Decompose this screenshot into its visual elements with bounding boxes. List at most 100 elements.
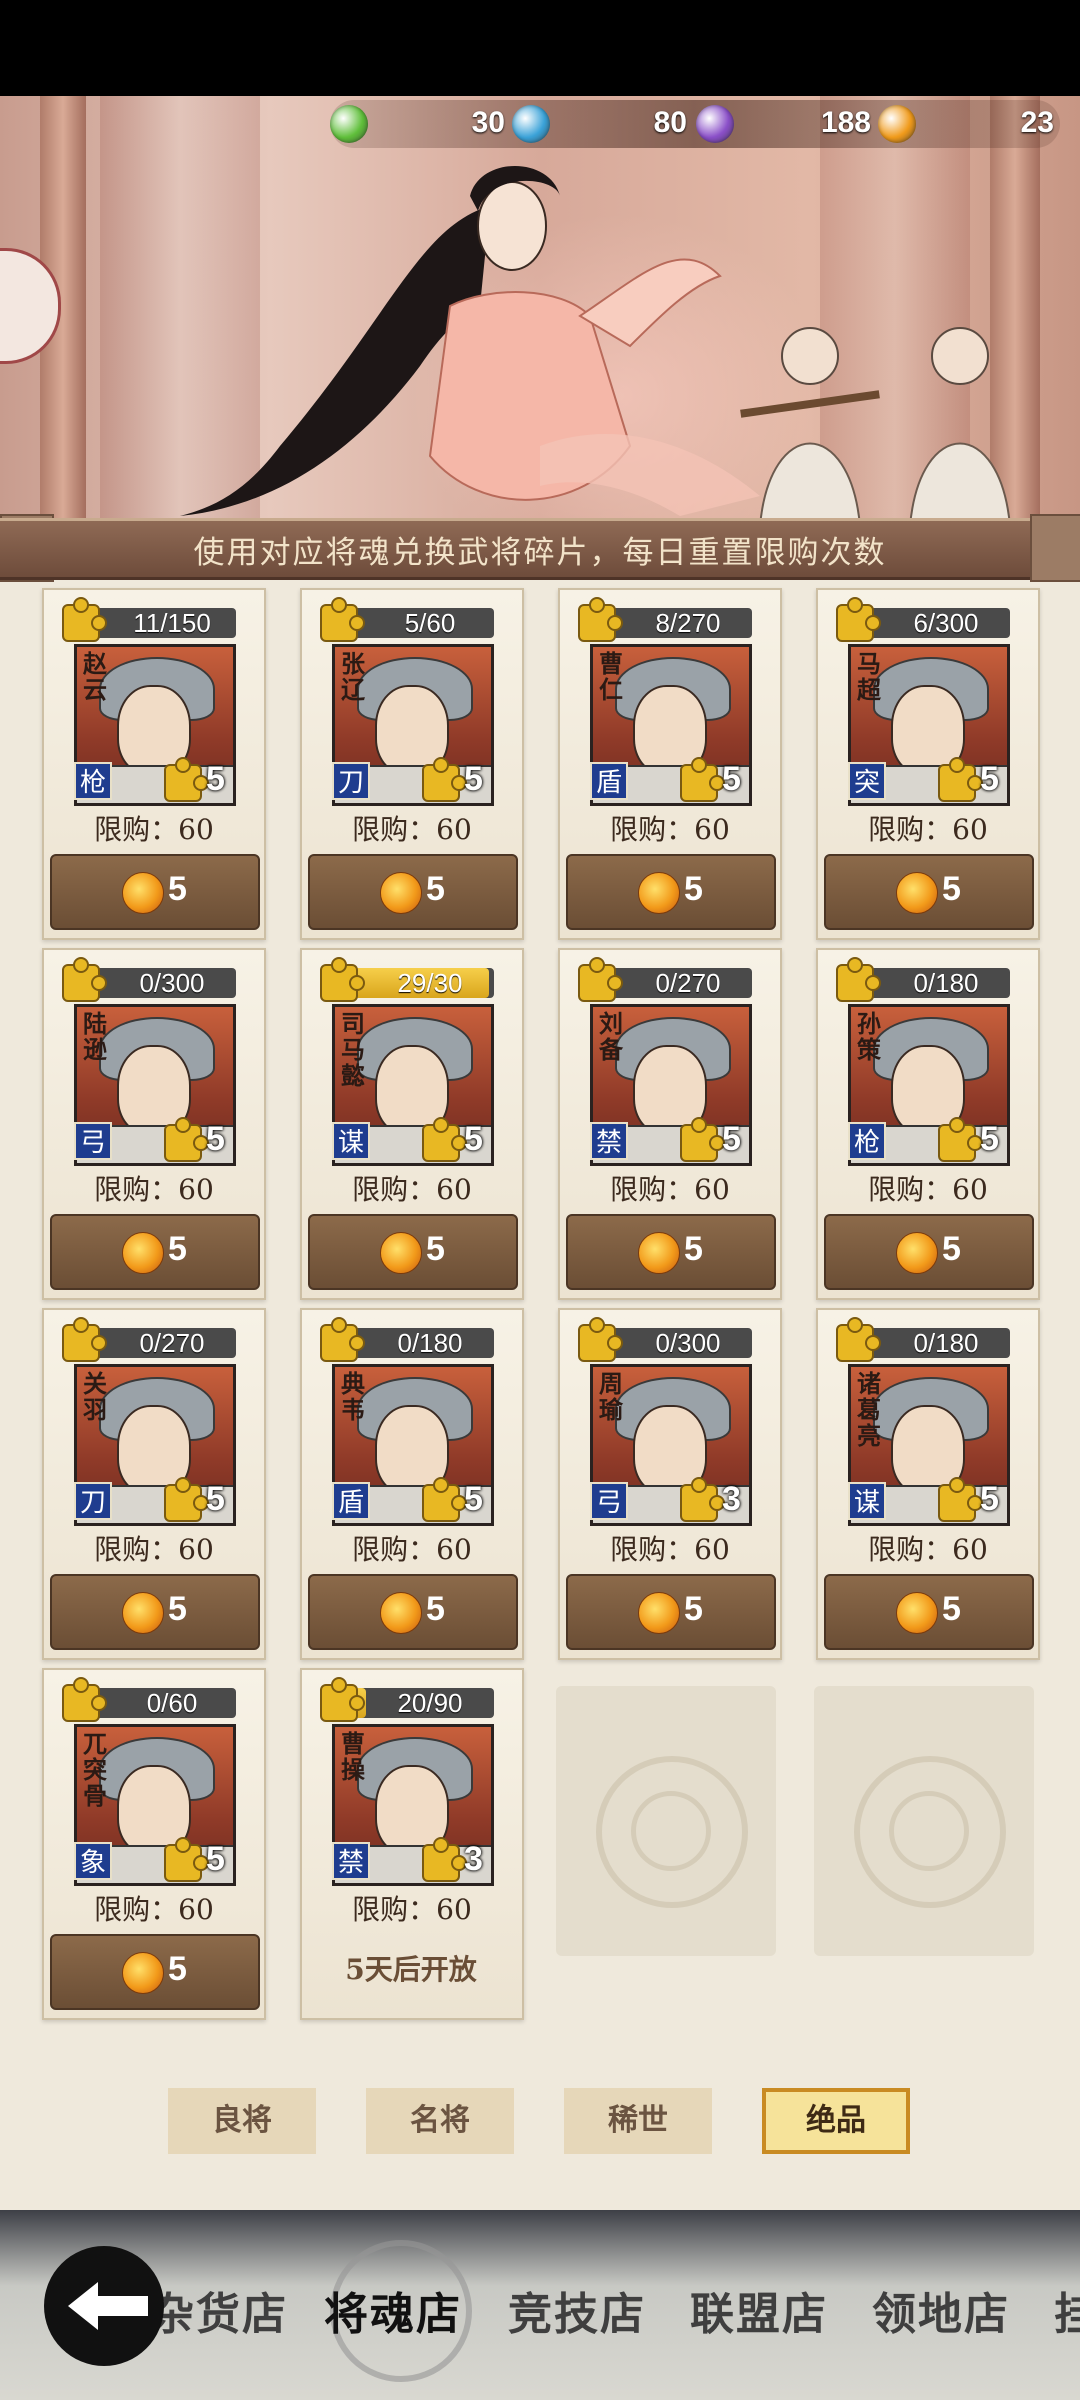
fragment-per-buy: 3 [464,1840,483,1878]
hero-card[interactable]: 8/270 曹仁 盾 5 限购：60 5 [558,588,782,940]
price: 5 [426,1230,445,1268]
hero-card[interactable]: 0/180 典韦 盾 5 限购：60 5 [300,1308,524,1660]
notice-text: 使用对应将魂兑换武将碎片，每日重置限购次数 [193,534,887,571]
tier-tab-liangjiang[interactable]: 良将 [168,2088,316,2154]
currency-blue-value: 80 [653,106,687,139]
hero-name: 孙策 [857,1009,881,1064]
buy-button[interactable]: 5 [824,1214,1034,1290]
fragment-count: 29/30 [397,968,463,998]
fragment-per-buy: 5 [464,1120,483,1158]
puzzle-piece-icon [578,1317,623,1362]
puzzle-piece-icon [836,957,881,1002]
hero-card[interactable]: 6/300 马超 突 5 限购：60 5 [816,588,1040,940]
fragment-count: 0/180 [913,1328,979,1358]
puzzle-piece-icon [422,1117,467,1162]
buy-button[interactable]: 5 [308,1214,518,1290]
purchase-limit: 限购：60 [94,813,214,846]
fragment-per-buy: 5 [980,1480,999,1518]
currency-purple-value: 188 [820,106,871,139]
puzzle-piece-icon [938,757,983,802]
currency-orange-value: 23 [1020,106,1054,139]
price: 5 [168,1230,187,1268]
hero-name: 赵云 [83,649,107,704]
tier-tab-juepin[interactable]: 绝品 [762,2088,910,2154]
empty-slot [556,1686,776,1956]
purchase-limit: 限购：60 [352,1893,472,1926]
hero-card[interactable]: 0/180 诸葛亮 谋 5 限购：60 5 [816,1308,1040,1660]
purchase-limit: 限购：60 [610,1533,730,1566]
buy-button[interactable]: 5 [50,1574,260,1650]
fragment-count: 20/90 [397,1688,463,1718]
buy-button[interactable]: 5 [824,854,1034,930]
hero-type-tag: 突 [848,762,886,800]
puzzle-piece-icon [62,1317,107,1362]
fragment-count: 0/180 [397,1328,463,1358]
purchase-limit: 限购：60 [610,1173,730,1206]
fragment-per-buy: 5 [722,1120,741,1158]
soul-coin-icon [638,1232,680,1274]
fragment-per-buy: 5 [206,1120,225,1158]
price: 5 [168,1950,187,1988]
puzzle-piece-icon [680,1117,725,1162]
buy-button[interactable]: 5 [308,854,518,930]
currency-blue [512,100,550,148]
puzzle-piece-icon [62,597,107,642]
buy-button[interactable]: 5 [824,1574,1034,1650]
fragment-count: 11/150 [133,608,211,638]
nav-tab-arena-store[interactable]: 竞技店 [508,2278,646,2342]
puzzle-piece-icon [422,757,467,802]
hero-card[interactable]: 0/270 刘备 禁 5 限购：60 5 [558,948,782,1300]
puzzle-piece-icon [578,957,623,1002]
hero-name: 陆逊 [83,1009,107,1064]
hero-card[interactable]: 5/60 张辽 刀 5 限购：60 5 [300,588,524,940]
tier-tab-mingjiang[interactable]: 名将 [366,2088,514,2154]
buy-button[interactable]: 5 [50,854,260,930]
currency-orange [878,100,916,148]
buy-button[interactable]: 5 [566,1574,776,1650]
soul-coin-icon [122,1232,164,1274]
fragment-count: 0/60 [146,1688,198,1718]
hero-card[interactable]: 29/30 司马懿 谋 5 限购：60 5 [300,948,524,1300]
fragment-count: 0/270 [139,1328,205,1358]
fragment-per-buy: 5 [722,760,741,798]
hero-card[interactable]: 0/300 周瑜 弓 3 限购：60 5 [558,1308,782,1660]
hero-card[interactable]: 0/60 兀突骨 象 5 限购：60 5 [42,1668,266,2020]
buy-button[interactable]: 5 [566,854,776,930]
hero-name: 刘备 [599,1009,623,1064]
tier-tab-xishi[interactable]: 稀世 [564,2088,712,2154]
hero-type-tag: 禁 [590,1122,628,1160]
purchase-limit: 限购：60 [610,813,730,846]
status-bar [0,0,1080,96]
puzzle-piece-icon [836,597,881,642]
hero-card[interactable]: 11/150 赵云 枪 5 限购：60 5 [42,588,266,940]
hero-card[interactable]: 0/180 孙策 枪 5 限购：60 5 [816,948,1040,1300]
soul-coin-icon [896,1232,938,1274]
nav-tab-territory-store[interactable]: 领地店 [872,2278,1010,2342]
purchase-limit: 限购：60 [94,1173,214,1206]
price: 5 [426,1590,445,1628]
buy-button[interactable]: 5 [308,1574,518,1650]
orange-jade-icon [878,105,916,143]
nav-tab-soul-store[interactable]: 将魂店 [324,2278,462,2342]
puzzle-piece-icon [62,1677,107,1722]
nav-tab-general-store[interactable]: 杂货店 [150,2278,288,2342]
currency-purple [696,100,734,148]
currency-green [330,100,368,148]
hero-card[interactable]: 20/90 曹操 禁 3 限购：60 5天后开放 [300,1668,524,2020]
nav-tab-more[interactable]: 挂 [1054,2278,1080,2342]
nav-tab-alliance-store[interactable]: 联盟店 [690,2278,828,2342]
hero-card[interactable]: 0/300 陆逊 弓 5 限购：60 5 [42,948,266,1300]
buy-button[interactable]: 5 [50,1214,260,1290]
buy-button[interactable]: 5 [50,1934,260,2010]
back-button[interactable] [44,2246,164,2366]
puzzle-piece-icon [164,1117,209,1162]
buy-button[interactable]: 5 [566,1214,776,1290]
hero-name: 曹仁 [599,649,623,704]
hero-card[interactable]: 0/270 关羽 刀 5 限购：60 5 [42,1308,266,1660]
purple-jade-icon [696,105,734,143]
puzzle-piece-icon [422,1477,467,1522]
hero-type-tag: 枪 [848,1122,886,1160]
locked-label: 5天后开放 [345,1953,477,1986]
hero-name: 兀突骨 [83,1729,107,1810]
soul-coin-icon [380,872,422,914]
